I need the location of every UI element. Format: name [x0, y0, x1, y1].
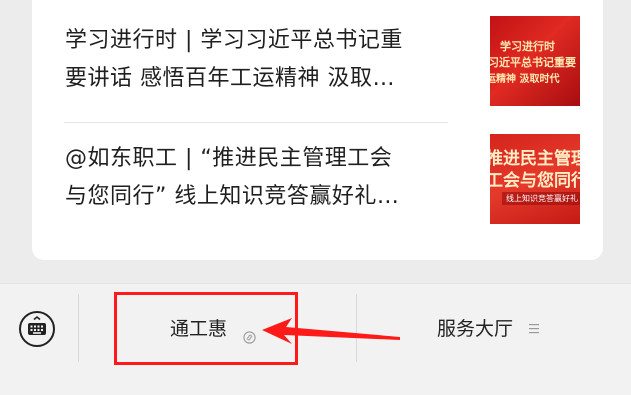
thumbnail-text: 工会与您同行	[490, 171, 580, 191]
article-thumbnail[interactable]: 推进民主管理 工会与您同行 线上知识竞答赢好礼	[490, 134, 580, 224]
article-item[interactable]: @如东职工 | “推进民主管理工会 与您同行” 线上知识竞答赢好礼… 推进民主管…	[65, 134, 580, 234]
menu-separator	[356, 294, 357, 362]
menu-item-service-hall[interactable]: 服务大厅	[437, 311, 540, 346]
menu-item-label: 服务大厅	[437, 318, 514, 340]
keyboard-icon[interactable]	[19, 311, 55, 347]
article-divider	[64, 122, 448, 123]
thumbnail-text: 学习进行时	[500, 40, 555, 53]
thumbnail-text: 习近平总书记重要	[490, 56, 576, 69]
mini-program-icon	[243, 321, 256, 344]
menu-item-label: 通工惠	[170, 318, 228, 340]
menu-item-tonggonghui[interactable]: 通工惠	[170, 312, 256, 346]
thumbnail-text: 线上知识竞答赢好礼	[502, 192, 580, 205]
article-title-line: @如东职工 | “推进民主管理工会	[65, 146, 393, 171]
menu-separator	[78, 294, 79, 362]
article-title[interactable]: @如东职工 | “推进民主管理工会 与您同行” 线上知识竞答赢好礼…	[65, 140, 450, 216]
article-item[interactable]: 学习进行时 | 学习习近平总书记重 要讲话 感悟百年工运精神 汲取… 学习进行时…	[65, 16, 580, 116]
article-title-line: 与您同行” 线上知识竞答赢好礼…	[65, 184, 400, 209]
article-list-card: 学习进行时 | 学习习近平总书记重 要讲话 感悟百年工运精神 汲取… 学习进行时…	[32, 0, 603, 260]
article-title[interactable]: 学习进行时 | 学习习近平总书记重 要讲话 感悟百年工运精神 汲取…	[65, 22, 450, 98]
article-title-line: 学习进行时 | 学习习近平总书记重	[65, 28, 403, 53]
article-thumbnail[interactable]: 学习进行时 习近平总书记重要 运精神 汲取时代	[490, 16, 580, 106]
bottom-menu-bar: 通工惠 服务大厅	[0, 283, 631, 395]
menu-list-icon	[529, 311, 540, 345]
article-title-line: 要讲话 感悟百年工运精神 汲取…	[65, 66, 395, 91]
thumbnail-text: 运精神 汲取时代	[490, 74, 560, 85]
